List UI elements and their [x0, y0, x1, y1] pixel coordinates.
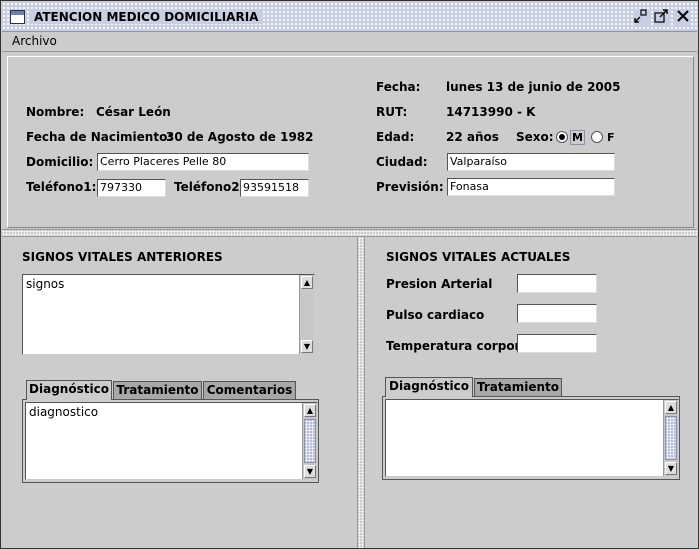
scroll-thumb[interactable] [304, 419, 316, 463]
presion-label: Presion Arterial [386, 277, 493, 291]
window-title: ATENCION MEDICO DOMICILIARIA [30, 10, 263, 24]
patient-panel: Fecha: lunes 13 de junio de 2005 Nombre:… [7, 56, 694, 228]
scroll-down-arrow-icon[interactable]: ▼ [304, 465, 316, 478]
anteriores-diagnostico-text: diagnostico [29, 405, 99, 419]
fecha-value: lunes 13 de junio de 2005 [446, 80, 621, 94]
nacimiento-value: 30 de Agosto de 1982 [166, 130, 314, 144]
fecha-label: Fecha: [376, 80, 421, 94]
app-window: ATENCION MEDICO DOMICILIARIA Archivo Fec… [0, 0, 699, 549]
ciudad-field[interactable]: Valparaíso [447, 153, 615, 171]
scroll-up-arrow-icon[interactable]: ▲ [665, 401, 677, 414]
tab-actuales-diagnostico[interactable]: Diagnóstico [385, 377, 473, 397]
nombre-value: César León [96, 105, 171, 119]
actuales-title: SIGNOS VITALES ACTUALES [386, 250, 571, 264]
pulso-field[interactable] [517, 304, 597, 323]
close-icon[interactable] [675, 9, 691, 25]
anteriores-diagnostico-scrollbar[interactable]: ▲ ▼ [302, 403, 317, 479]
vertical-splitter[interactable] [357, 237, 365, 548]
telefono1-label: Teléfono1: [26, 180, 97, 194]
actuales-diagnostico-scrollbar[interactable]: ▲ ▼ [663, 400, 678, 476]
domicilio-label: Domicilio: [26, 155, 94, 169]
tab-anteriores-comentarios[interactable]: Comentarios [203, 381, 296, 400]
maximize-icon[interactable] [653, 9, 669, 25]
signos-anteriores-textarea[interactable]: signos ▲ ▼ [22, 274, 315, 355]
ciudad-label: Ciudad: [376, 155, 428, 169]
signos-anteriores-scrollbar[interactable]: ▲ ▼ [299, 275, 314, 354]
horizontal-splitter[interactable] [2, 229, 697, 237]
sexo-f-label[interactable]: F [607, 131, 615, 144]
anteriores-tab-panel: diagnostico ▲ ▼ [22, 399, 319, 483]
actuales-tab-panel: ▲ ▼ [382, 396, 680, 480]
scroll-up-arrow-icon[interactable]: ▲ [304, 404, 316, 417]
nacimiento-label: Fecha de Nacimiento: [26, 130, 173, 144]
presion-field[interactable] [517, 274, 597, 293]
menu-bar: Archivo [2, 32, 697, 52]
sexo-f-radio[interactable] [591, 131, 603, 143]
scroll-down-arrow-icon[interactable]: ▼ [301, 340, 313, 353]
temperatura-field[interactable] [517, 334, 597, 353]
minimize-icon[interactable] [633, 9, 649, 25]
domicilio-field[interactable]: Cerro Placeres Pelle 80 [97, 153, 309, 171]
scroll-thumb[interactable] [665, 416, 677, 460]
window-icon [10, 10, 25, 24]
anteriores-title: SIGNOS VITALES ANTERIORES [22, 250, 223, 264]
nombre-label: Nombre: [26, 105, 85, 119]
telefono2-label: Teléfono2: [174, 180, 245, 194]
prevision-field[interactable]: Fonasa [447, 178, 615, 196]
temperatura-label: Temperatura corporal [386, 339, 533, 353]
actuales-diagnostico-textarea[interactable]: ▲ ▼ [385, 399, 679, 477]
sexo-label: Sexo: [516, 130, 554, 144]
telefono1-field[interactable]: 797330 [97, 179, 166, 197]
rut-label: RUT: [376, 105, 408, 119]
scroll-up-arrow-icon[interactable]: ▲ [301, 276, 313, 289]
signos-anteriores-text: signos [26, 277, 65, 291]
sexo-m-radio[interactable] [556, 131, 568, 143]
title-bar[interactable]: ATENCION MEDICO DOMICILIARIA [2, 2, 697, 32]
prevision-label: Previsión: [376, 180, 444, 194]
telefono2-field[interactable]: 93591518 [240, 179, 309, 197]
scroll-down-arrow-icon[interactable]: ▼ [665, 462, 677, 475]
menu-archivo[interactable]: Archivo [12, 34, 57, 49]
edad-label: Edad: [376, 130, 415, 144]
edad-value: 22 años [446, 130, 499, 144]
rut-value: 14713990 - K [446, 105, 536, 119]
tab-actuales-tratamiento[interactable]: Tratamiento [474, 378, 562, 397]
tab-anteriores-tratamiento[interactable]: Tratamiento [113, 381, 202, 400]
tab-anteriores-diagnostico[interactable]: Diagnóstico [26, 380, 112, 400]
sexo-m-label[interactable]: M [570, 130, 585, 145]
anteriores-diagnostico-textarea[interactable]: diagnostico ▲ ▼ [25, 402, 318, 480]
pulso-label: Pulso cardiaco [386, 308, 485, 322]
